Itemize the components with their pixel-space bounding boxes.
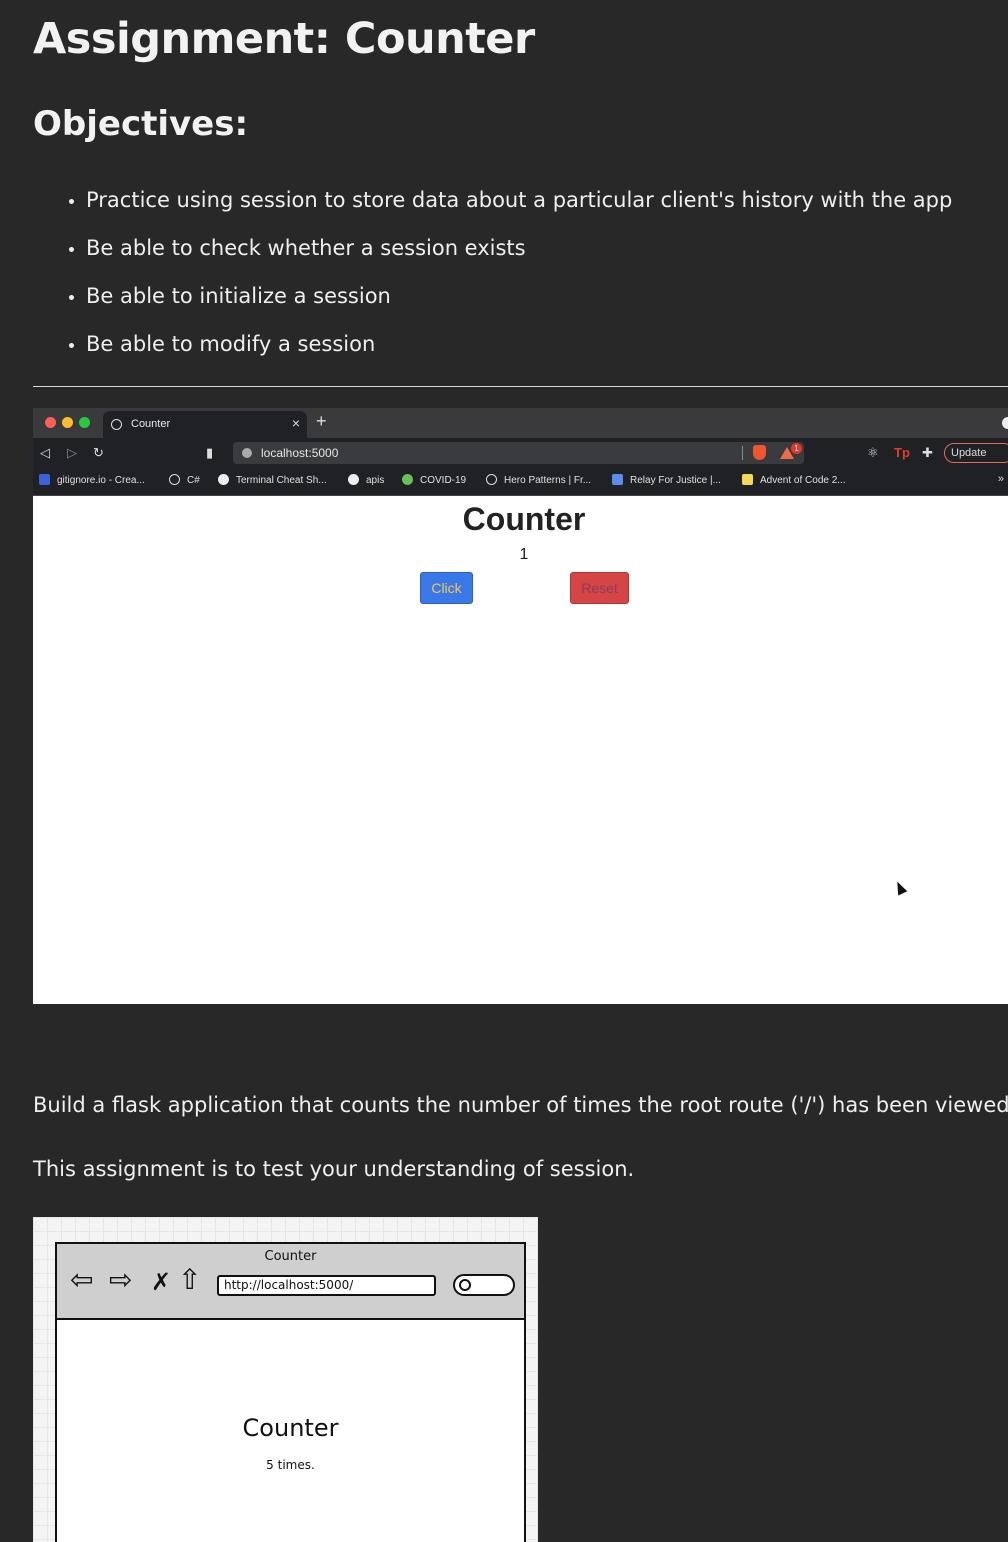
close-tab-icon[interactable]: × (292, 415, 300, 431)
bookmark-label: gitignore.io - Crea... (57, 475, 145, 486)
wireframe-count-text: 5 times. (266, 1458, 315, 1472)
browser-screenshot: Counter × + ◁ ▷ ↻ ▮ localhost:5000 1 ⚛ T… (33, 408, 1008, 1004)
more-bookmarks-icon[interactable]: » (998, 473, 1004, 485)
wireframe-title: Counter (264, 1249, 317, 1264)
bookmark-label: Advent of Code 2... (760, 475, 846, 486)
objective-item: Be able to modify a session (86, 320, 1008, 368)
instructions-paragraph: Build a flask application that counts th… (33, 1093, 1008, 1117)
objectives-heading: Objectives: (33, 104, 249, 144)
bookmark-label: Relay For Justice |... (630, 475, 721, 486)
wireframe-window: Counter ⇦ ⇨ ✗ ⇧ http://localhost:5000/ C… (55, 1242, 526, 1542)
brave-shields-icon[interactable] (753, 445, 766, 460)
address-bar[interactable]: localhost:5000 1 (233, 442, 804, 464)
click-button[interactable]: Click (420, 572, 473, 604)
bookmark-item[interactable]: apis (348, 474, 384, 486)
reload-icon[interactable]: ↻ (93, 445, 104, 461)
divider (33, 386, 1008, 387)
github-icon (348, 474, 359, 485)
trello-icon (612, 474, 623, 485)
counter-heading: Counter (462, 501, 586, 537)
objective-item: Be able to check whether a session exist… (86, 224, 1008, 272)
update-button[interactable]: Update (944, 443, 1008, 463)
page-title: Assignment: Counter (33, 14, 535, 64)
bookmark-label: COVID-19 (420, 475, 467, 486)
bookmark-label: Terminal Cheat Sh... (236, 475, 327, 486)
back-arrow-icon: ⇦ (70, 1263, 94, 1296)
address-url: localhost:5000 (261, 446, 339, 460)
close-window-icon[interactable] (45, 417, 56, 428)
bookmark-label: C# (187, 475, 200, 486)
wireframe-url-field: http://localhost:5000/ (217, 1275, 436, 1296)
globe-icon (169, 474, 180, 485)
tab-menu-icon[interactable] (1002, 417, 1008, 429)
bookmark-item[interactable]: Advent of Code 2... (742, 474, 846, 486)
covid-icon (402, 474, 413, 485)
wireframe-toolbar: Counter ⇦ ⇨ ✗ ⇧ http://localhost:5000/ (57, 1244, 524, 1320)
bookmark-label: Hero Patterns | Fr... (504, 475, 592, 486)
mouse-cursor-icon (892, 879, 908, 896)
counter-value: 1 (519, 546, 529, 563)
address-separator (742, 446, 743, 460)
objective-item: Practice using session to store data abo… (86, 176, 1008, 224)
bookmark-item[interactable]: gitignore.io - Crea... (39, 474, 145, 486)
react-devtools-icon[interactable]: ⚛ (867, 445, 879, 461)
browser-toolbar: ◁ ▷ ↻ ▮ localhost:5000 1 ⚛ Tp ✚ Update (33, 438, 1008, 468)
extension-tp-icon[interactable]: Tp (894, 445, 910, 460)
counter-app-page: Counter 1 Click Reset (33, 496, 1008, 1004)
browser-tab-bar: Counter × + (33, 408, 1008, 438)
bookmark-item[interactable]: C# (169, 474, 200, 486)
minimize-window-icon[interactable] (62, 417, 73, 428)
bookmark-item[interactable]: Terminal Cheat Sh... (218, 474, 327, 486)
forward-icon[interactable]: ▷ (67, 445, 77, 461)
bookmark-item[interactable]: Relay For Justice |... (612, 474, 721, 486)
instructions-paragraph: This assignment is to test your understa… (33, 1157, 635, 1181)
objectives-list: Practice using session to store data abo… (33, 176, 1008, 368)
objective-item: Be able to initialize a session (86, 272, 1008, 320)
globe-icon (486, 474, 497, 485)
star-icon (742, 474, 753, 485)
wireframe-heading: Counter (242, 1414, 339, 1442)
wireframe-mockup: Counter ⇦ ⇨ ✗ ⇧ http://localhost:5000/ C… (33, 1217, 538, 1542)
tab-title: Counter (131, 418, 171, 430)
reset-button[interactable]: Reset (570, 572, 629, 604)
site-info-icon[interactable] (242, 448, 252, 458)
forward-arrow-icon: ⇨ (109, 1263, 133, 1296)
wireframe-search-field (453, 1274, 515, 1296)
browser-tab[interactable]: Counter × (103, 411, 307, 438)
extensions-icon[interactable]: ✚ (922, 445, 933, 461)
back-icon[interactable]: ◁ (40, 445, 50, 461)
search-icon (459, 1279, 471, 1291)
bookmark-icon[interactable]: ▮ (206, 445, 213, 461)
bookmark-item[interactable]: COVID-19 (402, 474, 466, 486)
gitignore-icon (39, 474, 50, 485)
stop-icon: ✗ (151, 1268, 172, 1296)
maximize-window-icon[interactable] (79, 417, 90, 428)
bookmark-label: apis (366, 475, 385, 486)
bookmarks-bar: gitignore.io - Crea... C# Terminal Cheat… (33, 468, 1008, 496)
home-icon: ⇧ (178, 1263, 202, 1296)
github-icon (218, 474, 229, 485)
globe-icon (111, 419, 122, 430)
new-tab-icon[interactable]: + (316, 411, 327, 432)
bookmark-item[interactable]: Hero Patterns | Fr... (486, 474, 591, 486)
rewards-badge: 1 (791, 443, 802, 454)
